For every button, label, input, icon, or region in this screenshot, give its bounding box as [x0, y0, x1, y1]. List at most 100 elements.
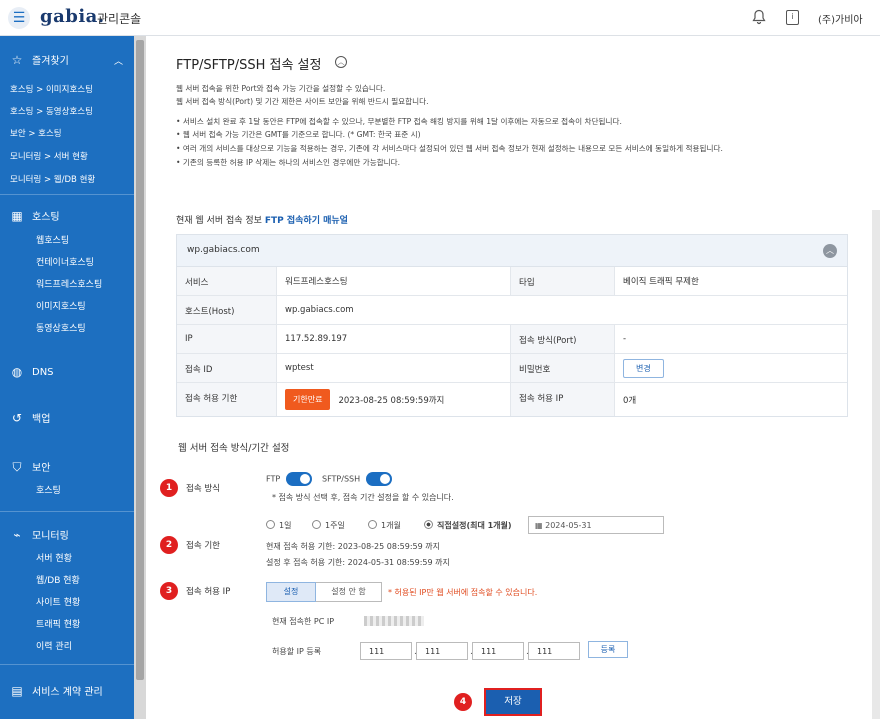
sidebar-backup[interactable]: ↺ 백업 — [10, 410, 50, 426]
radio-icon — [266, 520, 275, 529]
calendar-icon: ▦ — [535, 521, 543, 530]
ip-label: 접속 허용 IP — [186, 587, 231, 597]
page-description: 웹 서버 접속 방식(Port) 및 기간 제한은 사이트 보안을 위해 반드시… — [176, 97, 429, 106]
sidebar-item-image-hosting[interactable]: 이미지호스팅 — [36, 299, 86, 312]
notice-item: • 웹 서버 접속 가능 기간은 GMT를 기준으로 합니다. (* GMT: … — [176, 130, 421, 139]
current-period-text: 현재 접속 허용 기한: 2023-08-25 08:59:59 까지 — [266, 542, 440, 551]
document-icon[interactable]: i — [786, 10, 799, 25]
sidebar-favorites[interactable]: ☆ 즐겨찾기 — [10, 52, 69, 68]
sidebar: ☆ 즐겨찾기 ︿ 호스팅 > 이미지호스팅 호스팅 > 동영상호스팅 보안 > 호… — [0, 36, 134, 719]
page-title: FTP/SFTP/SSH 접속 설정 — [176, 58, 322, 73]
contract-icon: ▤ — [11, 683, 23, 698]
notice-item: • 여러 개의 서비스를 대상으로 기능을 적용하는 경우, 기존에 각 서비스… — [176, 144, 723, 153]
period-1month[interactable]: 1개월 — [368, 520, 401, 531]
after-period-text: 설정 후 접속 허용 기한: 2024-05-31 08:59:59 까지 — [266, 558, 450, 567]
ip-set-button[interactable]: 설정 — [266, 582, 316, 602]
chevron-up-icon[interactable]: ︿ — [335, 56, 347, 68]
sidebar-item-web-hosting[interactable]: 웹호스팅 — [36, 233, 69, 246]
sftp-toggle[interactable] — [366, 472, 393, 486]
info-heading: 현재 웹 서버 접속 정보 FTP 접속하기 매뉴얼 — [176, 216, 348, 226]
main-scrollbar[interactable] — [872, 210, 880, 719]
sidebar-hosting[interactable]: ▦ 호스팅 — [10, 208, 59, 224]
sidebar-dns[interactable]: ◍ DNS — [10, 365, 54, 379]
radio-selected-icon — [424, 520, 433, 529]
step-badge: 1 — [160, 479, 178, 497]
console-label: 관리콘솔 — [97, 12, 142, 26]
divider — [0, 194, 134, 195]
settings-heading: 웹 서버 접속 방식/기간 설정 — [178, 443, 290, 454]
table-row: 서비스 워드프레스호스팅 타입 베이직 트래픽 무제한 — [177, 267, 847, 296]
sidebar-item-site-status[interactable]: 사이트 현황 — [36, 595, 80, 608]
fav-link[interactable]: 모니터링 > 서버 현황 — [10, 150, 88, 162]
sidebar-scrollbar-thumb[interactable] — [136, 40, 144, 680]
history-icon: ↺ — [11, 410, 23, 425]
sidebar-item-security-hosting[interactable]: 호스팅 — [36, 483, 61, 496]
sidebar-item-server-status[interactable]: 서버 현황 — [36, 551, 72, 564]
ip-setting-toggle: 설정 설정 안 함 — [266, 582, 382, 602]
sidebar-item-container-hosting[interactable]: 컨테이너호스팅 — [36, 255, 94, 268]
fav-link[interactable]: 보안 > 호스팅 — [10, 127, 62, 139]
table-header: wp.gabiacs.com ︿ — [177, 235, 847, 267]
sidebar-item-webdb-status[interactable]: 웹/DB 현황 — [36, 573, 80, 586]
fav-link[interactable]: 모니터링 > 웹/DB 현황 — [10, 173, 95, 185]
step-badge: 4 — [454, 693, 472, 711]
sidebar-contract[interactable]: ▤ 서비스 계약 관리 — [10, 683, 102, 699]
fav-link[interactable]: 호스팅 > 동영상호스팅 — [10, 105, 93, 117]
divider — [0, 664, 134, 665]
method-note: * 접속 방식 선택 후, 접속 기간 설정을 할 수 있습니다. — [272, 493, 454, 502]
star-icon: ☆ — [11, 52, 23, 67]
page-description: 웹 서버 접속을 위한 Port와 접속 가능 기간을 설정할 수 있습니다. — [176, 84, 386, 93]
ip-unset-button[interactable]: 설정 안 함 — [316, 582, 382, 602]
method-label: 접속 방식 — [186, 484, 220, 494]
table-row: 접속 ID wptest 비밀번호 변경 — [177, 354, 847, 383]
main-content: FTP/SFTP/SSH 접속 설정 ︿ 웹 서버 접속을 위한 Port와 접… — [146, 36, 880, 719]
table-row: 접속 허용 기한 기한만료 2023-08-25 08:59:59까지 접속 허용… — [177, 383, 847, 416]
table-row: 호스트(Host) wp.gabiacs.com — [177, 296, 847, 325]
sidebar-item-video-hosting[interactable]: 동영상호스팅 — [36, 321, 86, 334]
masked-ip — [364, 616, 424, 626]
bell-icon[interactable] — [752, 9, 766, 25]
period-custom[interactable]: 직접설정(최대 1개월) — [424, 520, 512, 531]
sidebar-security[interactable]: ⛉ 보안 — [10, 459, 50, 475]
sidebar-item-history[interactable]: 이력 관리 — [36, 639, 72, 652]
chevron-up-icon[interactable]: ︿ — [114, 54, 123, 67]
fav-link[interactable]: 호스팅 > 이미지호스팅 — [10, 83, 93, 95]
user-menu[interactable]: (주)가비아 — [818, 11, 863, 26]
sidebar-monitoring[interactable]: ⌁ 모니터링 — [10, 527, 68, 543]
register-ip-button[interactable]: 등록 — [588, 641, 628, 658]
ftp-manual-link[interactable]: FTP 접속하기 매뉴얼 — [265, 216, 348, 226]
ip-octet-input[interactable]: 111 — [472, 642, 524, 660]
shield-icon: ⛉ — [12, 459, 22, 474]
ip-octet-input[interactable]: 111 — [360, 642, 412, 660]
top-bar: ☰ gabia. 관리콘솔 i (주)가비아 — [0, 0, 880, 36]
date-input[interactable]: ▦ 2024-05-31 — [528, 516, 664, 534]
hamburger-menu-icon[interactable]: ☰ — [8, 7, 30, 29]
sftp-toggle-group: SFTP/SSH — [322, 472, 393, 486]
gabia-logo[interactable]: gabia. — [40, 6, 105, 27]
sidebar-item-wordpress-hosting[interactable]: 워드프레스호스팅 — [36, 277, 102, 290]
collapse-icon[interactable]: ︿ — [823, 244, 837, 258]
globe-icon: ◍ — [11, 365, 23, 379]
ip-octet-input[interactable]: 111 — [528, 642, 580, 660]
domain-name: wp.gabiacs.com — [187, 245, 260, 255]
chart-icon: ⌁ — [13, 527, 21, 542]
current-pc-ip-label: 현재 접속한 PC IP — [272, 617, 335, 626]
sidebar-item-traffic-status[interactable]: 트래픽 현황 — [36, 617, 80, 630]
radio-icon — [368, 520, 377, 529]
ip-register-label: 허용할 IP 등록 — [272, 647, 322, 656]
change-password-button[interactable]: 변경 — [623, 358, 664, 378]
step-badge: 2 — [160, 536, 178, 554]
period-1week[interactable]: 1주일 — [312, 520, 345, 531]
radio-icon — [312, 520, 321, 529]
ip-octet-input[interactable]: 111 — [416, 642, 468, 660]
server-icon: ▦ — [11, 208, 23, 223]
ftp-toggle-group: FTP — [266, 472, 313, 486]
notice-item: • 기존의 등록한 허용 IP 삭제는 하나의 서비스인 경우에만 가능합니다. — [176, 158, 401, 167]
expired-badge[interactable]: 기한만료 — [285, 389, 331, 410]
period-1day[interactable]: 1일 — [266, 520, 291, 531]
period-label: 접속 기한 — [186, 541, 220, 551]
ftp-toggle[interactable] — [286, 472, 313, 486]
save-button[interactable]: 저장 — [484, 688, 542, 716]
notice-item: • 서비스 설치 완료 후 1달 동안은 FTP에 접속할 수 있으나, 무분별… — [176, 117, 622, 126]
connection-info-table: wp.gabiacs.com ︿ 서비스 워드프레스호스팅 타입 베이직 트래픽… — [176, 234, 848, 417]
